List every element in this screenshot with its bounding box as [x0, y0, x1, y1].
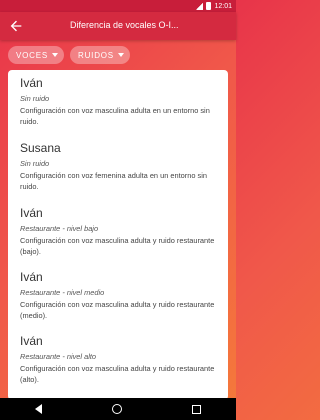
noise-label: Restaurante - nivel bajo [20, 224, 99, 233]
noise-label: Sin ruido [20, 94, 50, 103]
nav-back-icon[interactable] [35, 404, 42, 414]
list-item[interactable]: Susana Sin ruido Configuración con voz f… [20, 141, 224, 192]
voices-filter-button[interactable]: VOCES [8, 46, 65, 64]
system-navigation-bar [0, 398, 236, 420]
speaker-name: Iván [20, 270, 43, 284]
page-title: Diferencia de vocales O-I... [70, 20, 179, 30]
configuration-description: Configuración con voz masculina adulta e… [20, 106, 210, 126]
noise-label: Restaurante - nivel medio [20, 288, 105, 297]
dropdown-caret-icon [117, 53, 124, 57]
status-icons: 12:01 [196, 2, 232, 10]
noise-label: Sin ruido [20, 159, 50, 168]
nav-home-icon[interactable] [112, 404, 122, 414]
dropdown-caret-icon [52, 53, 59, 57]
configuration-description: Configuración con voz femenina adulta en… [20, 171, 207, 191]
signal-icon [196, 2, 204, 10]
list-item[interactable]: Iván Sin ruido Configuración con voz mas… [20, 76, 224, 127]
configuration-description: Configuración con voz masculina adulta y… [20, 364, 215, 384]
list-item[interactable]: Iván Restaurante - nivel alto Configurac… [20, 334, 224, 385]
app-bar: Diferencia de vocales O-I... [0, 12, 236, 40]
filter-bar: VOCES RUIDOS [8, 46, 130, 64]
status-time: 12:01 [214, 2, 232, 10]
status-bar: 12:01 [0, 0, 236, 12]
configuration-description: Configuración con voz masculina adulta y… [20, 236, 215, 256]
configuration-description: Configuración con voz masculina adulta y… [20, 300, 215, 320]
noise-filter-button[interactable]: RUIDOS [70, 46, 130, 64]
list-item[interactable]: Iván Restaurante - nivel bajo Configurac… [20, 206, 224, 257]
speaker-name: Iván [20, 76, 43, 90]
back-arrow-icon[interactable] [8, 18, 24, 34]
list-item[interactable]: Iván Restaurante - nivel medio Configura… [20, 270, 224, 321]
battery-icon [206, 2, 212, 10]
configuration-list: Iván Sin ruido Configuración con voz mas… [8, 70, 228, 400]
speaker-name: Iván [20, 206, 43, 220]
noise-filter-label: RUIDOS [78, 50, 114, 60]
noise-label: Restaurante - nivel alto [20, 352, 96, 361]
voices-filter-label: VOCES [16, 50, 49, 60]
nav-recents-icon[interactable] [192, 404, 201, 414]
speaker-name: Iván [20, 334, 43, 348]
speaker-name: Susana [20, 141, 61, 155]
